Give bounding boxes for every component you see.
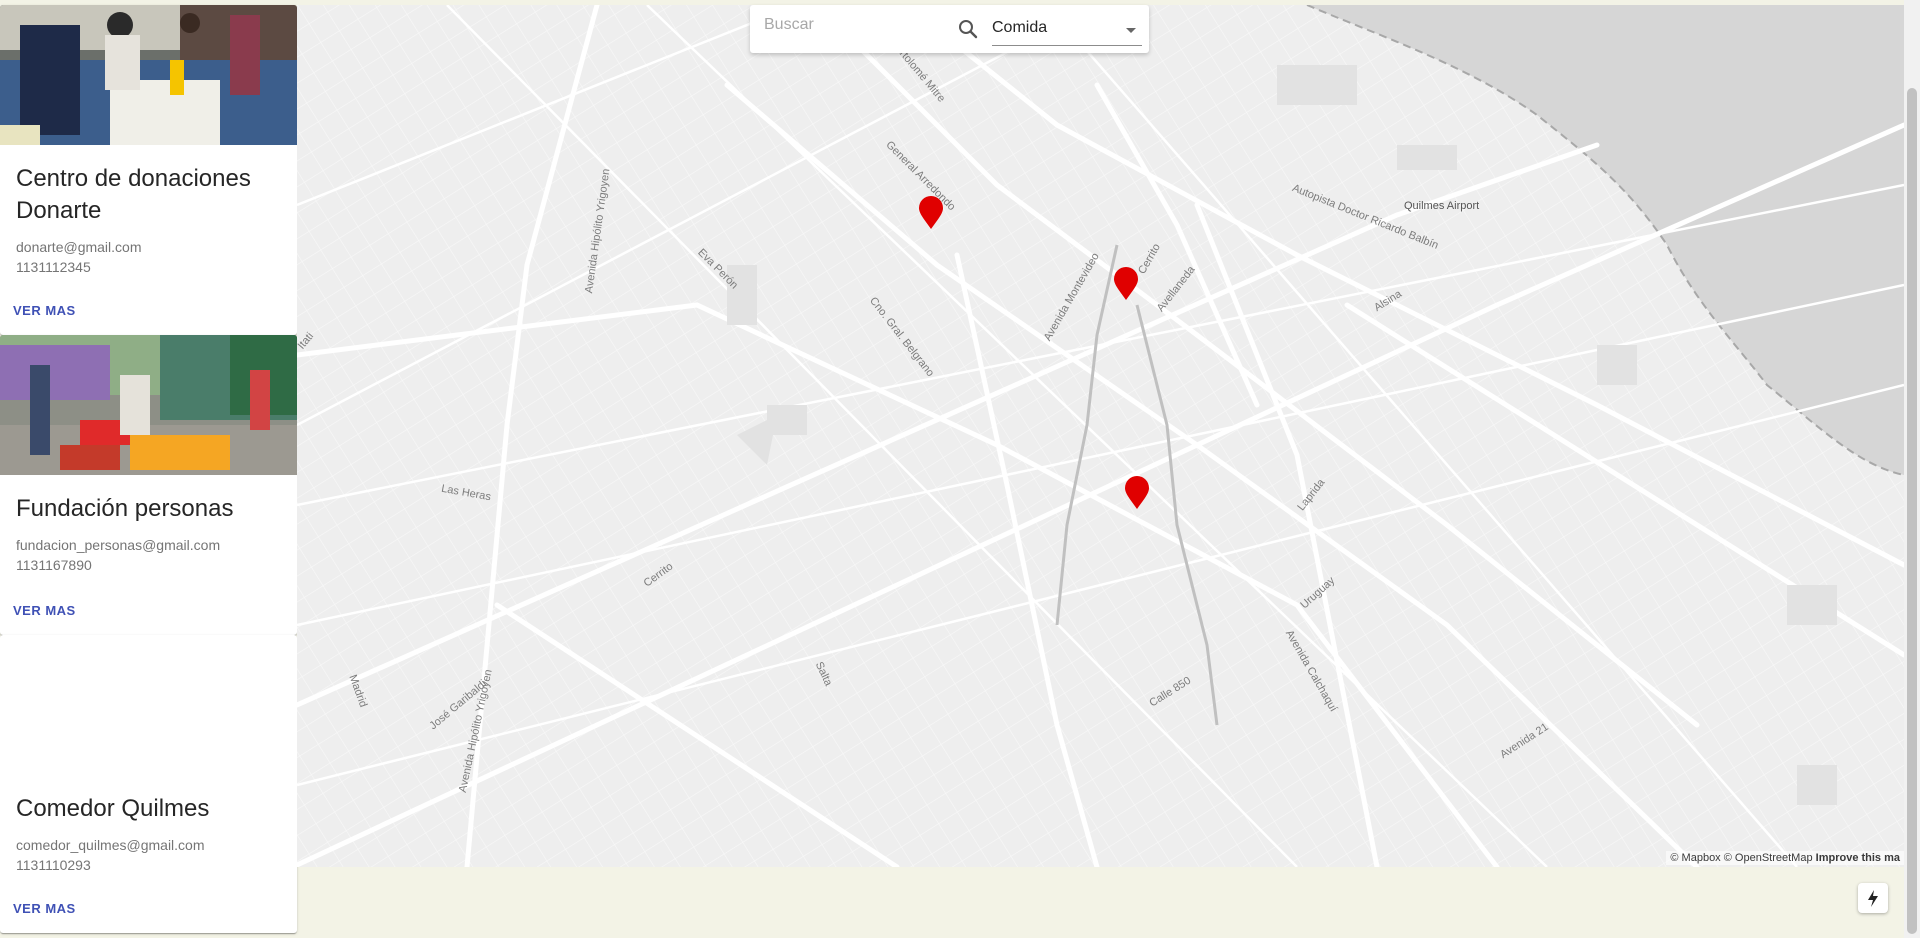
card-phone: 1131110293 xyxy=(16,857,91,873)
ver-mas-button[interactable]: VER MAS xyxy=(13,901,76,916)
map-canvas[interactable]: Bartolomé Mitre General Arredondo Eva Pe… xyxy=(297,5,1904,867)
map-marker[interactable] xyxy=(918,196,944,230)
card-phone: 1131112345 xyxy=(16,259,91,275)
page-scrollbar[interactable] xyxy=(1904,0,1920,938)
card-email: comedor_quilmes@gmail.com xyxy=(16,837,205,853)
card-email: fundacion_personas@gmail.com xyxy=(16,537,221,553)
category-select[interactable]: Comida xyxy=(992,15,1142,46)
card-email: donarte@gmail.com xyxy=(16,239,142,255)
improve-map-link[interactable]: Improve this ma xyxy=(1816,852,1900,864)
map-marker[interactable] xyxy=(1113,267,1139,301)
card-photo xyxy=(0,635,297,775)
search-icon[interactable] xyxy=(956,17,980,41)
card-photo xyxy=(0,5,297,145)
lightning-button[interactable] xyxy=(1858,883,1888,913)
ver-mas-button[interactable]: VER MAS xyxy=(13,603,76,618)
map-base xyxy=(297,5,1904,867)
result-card: Comedor Quilmes comedor_quilmes@gmail.co… xyxy=(0,635,297,933)
search-input[interactable] xyxy=(762,15,956,35)
scrollbar-thumb[interactable] xyxy=(1907,88,1917,934)
card-photo xyxy=(0,335,297,475)
card-phone: 1131167890 xyxy=(16,557,92,573)
card-title: Centro de donaciones Donarte xyxy=(16,165,251,224)
chevron-down-icon xyxy=(1126,28,1136,33)
ver-mas-button[interactable]: VER MAS xyxy=(13,303,76,318)
mapbox-link[interactable]: © Mapbox xyxy=(1670,852,1720,864)
lightning-icon xyxy=(1868,890,1878,907)
card-title: Fundación personas xyxy=(16,495,234,522)
map-attribution: © Mapbox © OpenStreetMap Improve this ma xyxy=(1666,851,1904,865)
search-bar: Comida xyxy=(750,5,1149,53)
poi-label: Quilmes Airport xyxy=(1404,200,1480,212)
results-sidebar: Centro de donaciones Donarte donarte@gma… xyxy=(0,5,297,933)
category-select-value: Comida xyxy=(992,19,1048,36)
card-title: Comedor Quilmes xyxy=(16,795,210,822)
map-marker[interactable] xyxy=(1124,476,1150,510)
result-card: Fundación personas fundacion_personas@gm… xyxy=(0,335,297,635)
result-card: Centro de donaciones Donarte donarte@gma… xyxy=(0,5,297,335)
osm-link[interactable]: © OpenStreetMap xyxy=(1724,852,1813,864)
